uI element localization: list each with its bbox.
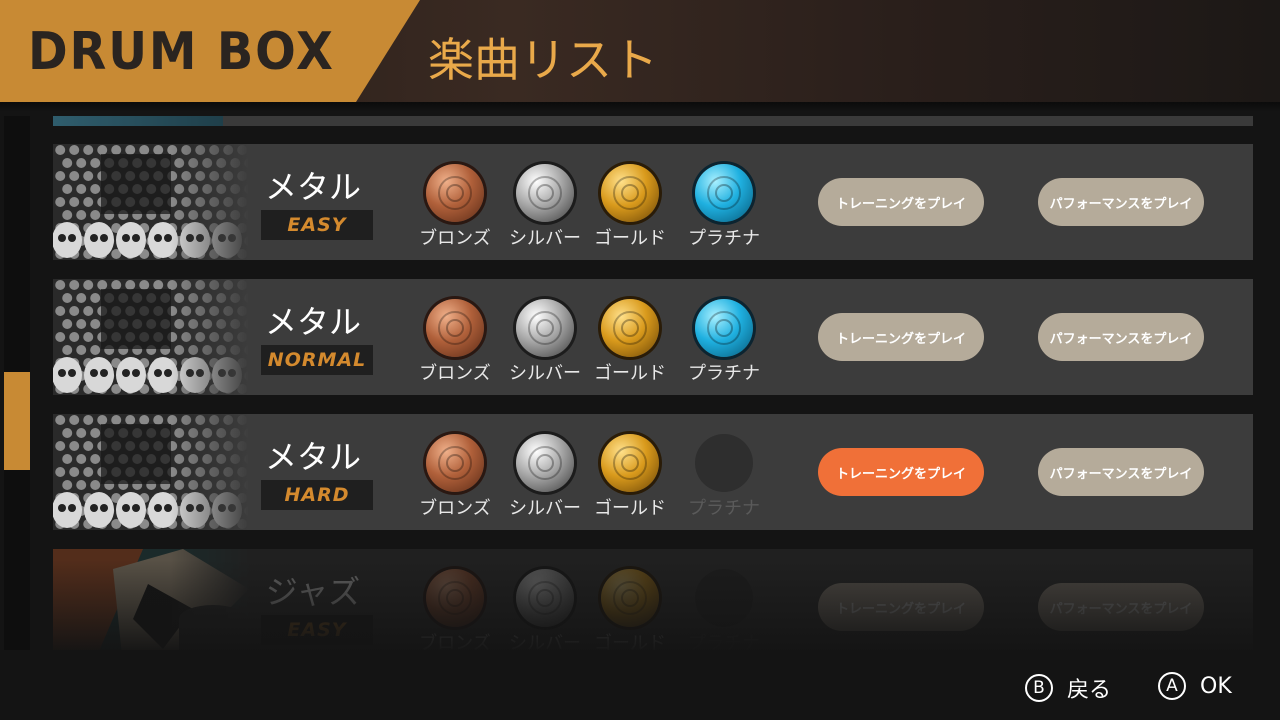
play-training-button[interactable]: トレーニングをプレイ — [818, 583, 984, 631]
medal-label: ブロンズ — [419, 498, 491, 519]
a-button-icon: A — [1158, 672, 1186, 700]
medal-label: ゴールド — [594, 498, 666, 519]
song-thumbnail — [53, 144, 249, 260]
bronze-medal-icon — [426, 434, 484, 492]
play-training-button[interactable]: トレーニングをプレイ — [818, 178, 984, 226]
difficulty-badge: HARD — [261, 480, 373, 510]
medal-label: プラチナ — [688, 498, 760, 519]
song-thumbnail — [53, 414, 249, 530]
back-hint[interactable]: B 戻る — [1025, 672, 1111, 704]
gold-medal-icon — [601, 299, 659, 357]
scrollbar-thumb[interactable] — [4, 372, 30, 470]
song-row[interactable]: メタル HARD ブロンズ シルバー ゴールド プラチナ トレーニングをプレイ パフォーマンス… — [53, 414, 1253, 530]
gold-medal-icon — [601, 164, 659, 222]
gold-medal-icon — [601, 569, 659, 627]
medal-label: プラチナ — [688, 363, 760, 384]
page-title: 楽曲リスト — [428, 33, 658, 87]
song-name: メタル — [264, 438, 361, 476]
header-divider — [0, 102, 1280, 112]
gold-medal-icon — [601, 434, 659, 492]
song-name: メタル — [264, 168, 361, 206]
play-performance-button[interactable]: パフォーマンスをプレイ — [1038, 313, 1204, 361]
medal-label: ゴールド — [594, 633, 666, 650]
back-label: 戻る — [1067, 678, 1112, 703]
thumbnail-fade — [53, 144, 249, 260]
ok-label: OK — [1200, 673, 1232, 699]
song-row[interactable]: ジャズ EASY ブロンズ シルバー ゴールド プラチナ トレーニングをプレイ パフォーマンス… — [53, 549, 1253, 650]
play-training-button[interactable]: トレーニングをプレイ — [818, 448, 984, 496]
song-name: メタル — [264, 303, 361, 341]
difficulty-badge: EASY — [261, 210, 373, 240]
silver-medal-icon — [516, 299, 574, 357]
song-thumbnail — [53, 549, 249, 650]
ok-hint[interactable]: A OK — [1158, 672, 1232, 700]
thumbnail-fade — [53, 549, 249, 650]
song-row-partial[interactable] — [53, 116, 1253, 126]
medal-label: ゴールド — [594, 228, 666, 249]
app-logo: DRUM BOX — [28, 22, 335, 82]
logo-banner: DRUM BOX — [0, 0, 420, 102]
bronze-medal-icon — [426, 299, 484, 357]
medal-label: プラチナ — [688, 633, 760, 650]
song-name: ジャズ — [265, 573, 361, 611]
platinum-medal-icon — [695, 164, 753, 222]
medal-label: ゴールド — [594, 363, 666, 384]
song-row[interactable]: メタル NORMAL ブロンズ シルバー ゴールド プラチナ トレーニングをプレイ パフォーマ… — [53, 279, 1253, 395]
b-button-icon: B — [1025, 674, 1053, 702]
medal-label: ブロンズ — [419, 633, 491, 650]
play-performance-button[interactable]: パフォーマンスをプレイ — [1038, 583, 1204, 631]
difficulty-badge: EASY — [261, 615, 373, 645]
scrollbar[interactable] — [4, 116, 30, 650]
difficulty-badge: NORMAL — [261, 345, 373, 375]
song-thumbnail — [53, 279, 249, 395]
play-training-button[interactable]: トレーニングをプレイ — [818, 313, 984, 361]
medal-empty-icon — [695, 434, 753, 492]
medal-label: ブロンズ — [419, 228, 491, 249]
song-row[interactable]: メタル EASY ブロンズ シルバー ゴールド プラチナ トレーニングをプレイ パフォーマンス… — [53, 144, 1253, 260]
thumbnail-fade — [53, 414, 249, 530]
thumbnail-fade — [53, 279, 249, 395]
medal-label: ブロンズ — [419, 363, 491, 384]
bronze-medal-icon — [426, 164, 484, 222]
silver-medal-icon — [516, 434, 574, 492]
song-thumbnail — [53, 116, 223, 126]
silver-medal-icon — [516, 164, 574, 222]
medal-empty-icon — [695, 569, 753, 627]
play-performance-button[interactable]: パフォーマンスをプレイ — [1038, 178, 1204, 226]
bronze-medal-icon — [426, 569, 484, 627]
header-bar: DRUM BOX 楽曲リスト — [0, 0, 1280, 102]
platinum-medal-icon — [695, 299, 753, 357]
medal-label: プラチナ — [688, 228, 760, 249]
song-list: メタル EASY ブロンズ シルバー ゴールド プラチナ トレーニングをプレイ パフォーマンス… — [53, 116, 1253, 650]
play-performance-button[interactable]: パフォーマンスをプレイ — [1038, 448, 1204, 496]
silver-medal-icon — [516, 569, 574, 627]
